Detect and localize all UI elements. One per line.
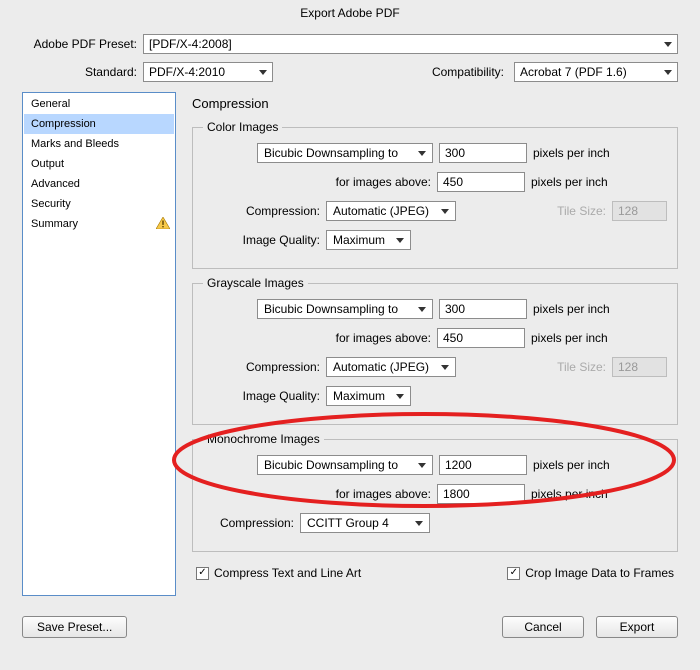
chevron-down-icon [664,70,672,75]
chevron-down-icon [441,365,449,370]
preset-select[interactable]: [PDF/X-4:2008] [143,34,678,54]
side-item-advanced[interactable]: Advanced [24,174,174,194]
color-method-select[interactable]: Bicubic Downsampling to [257,143,433,163]
export-button[interactable]: Export [596,616,678,638]
export-pdf-dialog: Export Adobe PDF Adobe PDF Preset: [PDF/… [0,0,700,670]
monochrome-images-group: Monochrome Images Bicubic Downsampling t… [192,439,678,552]
category-list: General Compression Marks and Bleeds Out… [22,92,176,596]
preset-value: [PDF/X-4:2008] [149,37,232,51]
standard-label: Standard: [22,65,137,79]
color-legend: Color Images [203,120,282,134]
gray-tilesize-input: 128 [612,357,667,377]
mono-ppi-input[interactable]: 1200 [439,455,527,475]
preset-label: Adobe PDF Preset: [22,37,137,51]
cancel-button[interactable]: Cancel [502,616,584,638]
chevron-down-icon [418,307,426,312]
chevron-down-icon [396,238,404,243]
chevron-down-icon [418,151,426,156]
chevron-down-icon [664,42,672,47]
warning-icon [156,217,170,229]
color-ppi-input[interactable]: 300 [439,143,527,163]
color-tilesize-label: Tile Size: [472,204,606,218]
compression-panel: Compression Color Images Bicubic Downsam… [192,92,678,596]
header-options: Adobe PDF Preset: [PDF/X-4:2008] Standar… [0,34,700,92]
mono-compression-select[interactable]: CCITT Group 4 [300,513,430,533]
color-ppi-unit: pixels per inch [533,146,610,160]
checkbox-icon: ✓ [196,567,209,580]
footer: Save Preset... Cancel Export [0,596,700,638]
side-item-marks[interactable]: Marks and Bleeds [24,134,174,154]
mono-compression-label: Compression: [203,516,294,530]
compat-label: Compatibility: [279,65,504,79]
chevron-down-icon [441,209,449,214]
gray-tilesize-label: Tile Size: [472,360,606,374]
gray-above-label: for images above: [203,331,431,345]
color-images-group: Color Images Bicubic Downsampling to 300… [192,127,678,269]
side-item-output[interactable]: Output [24,154,174,174]
standard-value: PDF/X-4:2010 [149,65,225,79]
crop-image-checkbox[interactable]: ✓ Crop Image Data to Frames [507,566,674,580]
color-tilesize-input: 128 [612,201,667,221]
compat-select[interactable]: Acrobat 7 (PDF 1.6) [514,62,678,82]
compat-value: Acrobat 7 (PDF 1.6) [520,65,627,79]
chevron-down-icon [396,394,404,399]
chevron-down-icon [418,463,426,468]
compress-text-checkbox[interactable]: ✓ Compress Text and Line Art [196,566,361,580]
window-title: Export Adobe PDF [0,0,700,34]
side-item-security[interactable]: Security [24,194,174,214]
color-compression-select[interactable]: Automatic (JPEG) [326,201,456,221]
grayscale-images-group: Grayscale Images Bicubic Downsampling to… [192,283,678,425]
gray-method-select[interactable]: Bicubic Downsampling to [257,299,433,319]
gray-quality-label: Image Quality: [203,389,320,403]
chevron-down-icon [259,70,267,75]
gray-above-input[interactable]: 450 [437,328,525,348]
checkbox-icon: ✓ [507,567,520,580]
color-quality-select[interactable]: Maximum [326,230,411,250]
gray-compression-label: Compression: [203,360,320,374]
mono-above-label: for images above: [203,487,431,501]
side-item-summary[interactable]: Summary [24,214,174,234]
gray-quality-select[interactable]: Maximum [326,386,411,406]
mono-method-select[interactable]: Bicubic Downsampling to [257,455,433,475]
mono-legend: Monochrome Images [203,432,324,446]
gray-legend: Grayscale Images [203,276,308,290]
color-quality-label: Image Quality: [203,233,320,247]
mono-above-input[interactable]: 1800 [437,484,525,504]
color-above-label: for images above: [203,175,431,189]
standard-select[interactable]: PDF/X-4:2010 [143,62,273,82]
save-preset-button[interactable]: Save Preset... [22,616,127,638]
chevron-down-icon [415,521,423,526]
gray-compression-select[interactable]: Automatic (JPEG) [326,357,456,377]
color-above-input[interactable]: 450 [437,172,525,192]
color-compression-label: Compression: [203,204,320,218]
gray-ppi-input[interactable]: 300 [439,299,527,319]
side-item-compression[interactable]: Compression [24,114,174,134]
side-item-general[interactable]: General [24,94,174,114]
